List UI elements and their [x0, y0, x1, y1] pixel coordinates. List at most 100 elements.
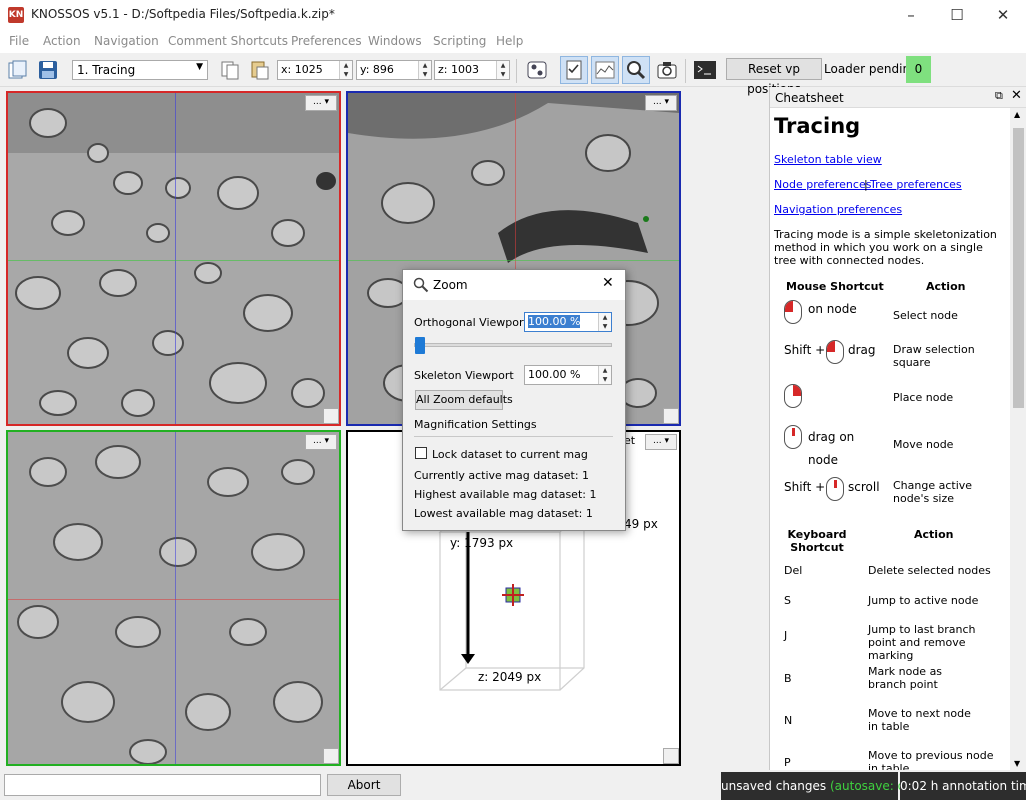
menu-windows[interactable]: Windows	[368, 34, 422, 48]
app-logo-icon: KN	[8, 7, 24, 23]
float-panel-icon[interactable]: ⧉	[995, 89, 1003, 103]
mouse-shortcut-header: Mouse Shortcut	[786, 280, 884, 293]
maximize-button[interactable]: ☐	[934, 0, 980, 31]
keyboard-key: Del	[784, 564, 803, 577]
mouse-left-click-icon	[826, 340, 844, 364]
all-zoom-defaults-button[interactable]: All Zoom defaults	[415, 390, 513, 410]
keyboard-action: Delete selected nodes	[868, 564, 991, 577]
open-icon[interactable]	[4, 56, 32, 84]
crosshair-horizontal	[8, 260, 339, 261]
toggle-icon[interactable]	[523, 56, 551, 84]
mode-select[interactable]: 1. Tracing ▼	[72, 60, 208, 80]
reset-viewport-positions-button[interactable]: Reset vp positions	[726, 58, 822, 96]
crosshair-horizontal	[348, 260, 679, 261]
mouse-action-text: Draw selection square	[893, 343, 975, 369]
x-coordinate-input[interactable]: x: 1025 ▲ ▼	[277, 60, 353, 80]
mouse-shortcut-text: scroll	[848, 480, 880, 494]
mouse-shortcut-text: drag	[848, 343, 876, 357]
save-icon[interactable]	[34, 56, 62, 84]
scrollbar-thumb[interactable]	[1013, 128, 1024, 408]
tracing-description: Tracing mode is a simple skeletonization…	[774, 228, 997, 267]
minimize-button[interactable]: –	[888, 0, 934, 31]
spin-arrows-icon[interactable]: ▲ ▼	[418, 61, 431, 79]
menu-scripting[interactable]: Scripting	[433, 34, 486, 48]
menu-comment-shortcuts[interactable]: Comment Shortcuts	[168, 34, 288, 48]
python-console-icon[interactable]	[691, 56, 719, 84]
close-dialog-icon[interactable]: ✕	[602, 275, 614, 291]
menu-preferences[interactable]: Preferences	[291, 34, 362, 48]
viewport-menu-button[interactable]: ... ▾	[645, 95, 677, 111]
toolbar-separator	[516, 59, 517, 83]
keyboard-action: Move to next node in table	[868, 707, 971, 733]
viewport-menu-label: ...	[653, 97, 662, 107]
spin-arrows-icon[interactable]: ▲ ▼	[496, 61, 509, 79]
cheatsheet-panel: Cheatsheet ⧉ ✕ Tracing Skeleton table vi…	[769, 87, 1026, 770]
close-panel-icon[interactable]: ✕	[1011, 88, 1022, 103]
zoom-dialog-title: Zoom	[433, 278, 468, 292]
cheatsheet-header: Cheatsheet ⧉ ✕	[770, 87, 1026, 108]
lock-dataset-checkbox[interactable]	[415, 447, 427, 459]
resize-grip-icon[interactable]	[323, 748, 339, 764]
copy-coords-icon[interactable]	[216, 56, 244, 84]
highest-mag-text: Highest available mag dataset: 1	[414, 488, 597, 501]
mouse-right-click-icon	[784, 384, 802, 408]
viewport-menu-button[interactable]: ... ▾	[305, 434, 337, 450]
zoom-dialog-titlebar: Zoom ✕	[403, 270, 625, 300]
mouse-shortcut-text: on node	[808, 302, 857, 316]
em-image-xy	[8, 93, 339, 424]
skeleton-x-extent: 49 px	[624, 517, 658, 531]
abort-button[interactable]: Abort	[327, 774, 401, 796]
loader-pending-value: 0	[906, 56, 931, 83]
zoom-magnifier-icon[interactable]	[622, 56, 650, 84]
keyboard-key: S	[784, 594, 791, 607]
menu-help[interactable]: Help	[496, 34, 523, 48]
spin-arrows-icon[interactable]: ▲ ▼	[598, 313, 611, 331]
orthogonal-zoom-slider[interactable]	[414, 337, 612, 354]
lowest-mag-text: Lowest available mag dataset: 1	[414, 507, 593, 520]
cheatsheet-scrollbar[interactable]: ▲ ▼	[1010, 108, 1026, 770]
cheatsheet-title: Cheatsheet	[775, 91, 844, 105]
resize-grip-icon[interactable]	[663, 408, 679, 424]
node-preferences-link[interactable]: Node preferences	[774, 178, 871, 191]
orthogonal-zoom-input[interactable]: 100.00 % ▲ ▼	[524, 312, 612, 332]
slider-handle[interactable]	[415, 337, 425, 354]
viewport-menu-label: ...	[313, 436, 322, 446]
scroll-up-icon[interactable]: ▲	[1014, 110, 1020, 119]
paste-coords-icon[interactable]	[246, 56, 274, 84]
navigation-preferences-link[interactable]: Navigation preferences	[774, 203, 902, 216]
mode-select-value: 1. Tracing	[77, 63, 136, 77]
skeleton-z-extent: z: 2049 px	[478, 670, 542, 684]
menu-action[interactable]: Action	[43, 34, 81, 48]
orthogonal-zoom-value: 100.00 %	[528, 315, 581, 328]
skeleton-table-link[interactable]: Skeleton table view	[774, 153, 882, 166]
close-button[interactable]: ✕	[980, 0, 1026, 31]
viewport-menu-label: ...	[313, 97, 322, 107]
spin-arrows-icon[interactable]: ▲ ▼	[339, 61, 352, 79]
snapshot-camera-icon[interactable]	[653, 56, 681, 84]
resize-grip-icon[interactable]	[323, 408, 339, 424]
viewport-menu-button[interactable]: ... ▾	[305, 95, 337, 111]
cheatsheet-content: Tracing Skeleton table view Node prefere…	[770, 108, 1010, 770]
tree-preferences-link[interactable]: Tree preferences	[870, 178, 962, 191]
viewport-xy[interactable]: ... ▾	[6, 91, 341, 426]
viewport-menu-button[interactable]: ... ▾	[645, 434, 677, 450]
menu-file[interactable]: File	[9, 34, 29, 48]
keyboard-action: Move to previous node in table	[868, 749, 994, 770]
viewport-zy[interactable]: ... ▾	[6, 430, 341, 766]
graph-icon[interactable]	[591, 56, 619, 84]
resize-grip-icon[interactable]	[663, 748, 679, 764]
y-coordinate-input[interactable]: y: 896 ▲ ▼	[356, 60, 432, 80]
keyboard-action-header: Action	[914, 528, 954, 541]
menu-navigation[interactable]: Navigation	[94, 34, 159, 48]
spin-arrows-icon[interactable]: ▲ ▼	[598, 366, 611, 384]
scroll-down-icon[interactable]: ▼	[1014, 759, 1020, 768]
task-checklist-icon[interactable]	[560, 56, 588, 84]
viewport-menu-label: ...	[653, 436, 662, 446]
skeleton-zoom-input[interactable]: 100.00 % ▲ ▼	[524, 365, 612, 385]
toolbar-separator	[685, 59, 686, 83]
mouse-action-text: Change active node's size	[893, 479, 973, 505]
unsaved-changes-text: unsaved changes	[721, 779, 827, 793]
window-title: KNOSSOS v5.1 - D:/Softpedia Files/Softpe…	[31, 7, 335, 21]
z-coordinate-input[interactable]: z: 1003 ▲ ▼	[434, 60, 510, 80]
current-mag-text: Currently active mag dataset: 1	[414, 469, 590, 482]
